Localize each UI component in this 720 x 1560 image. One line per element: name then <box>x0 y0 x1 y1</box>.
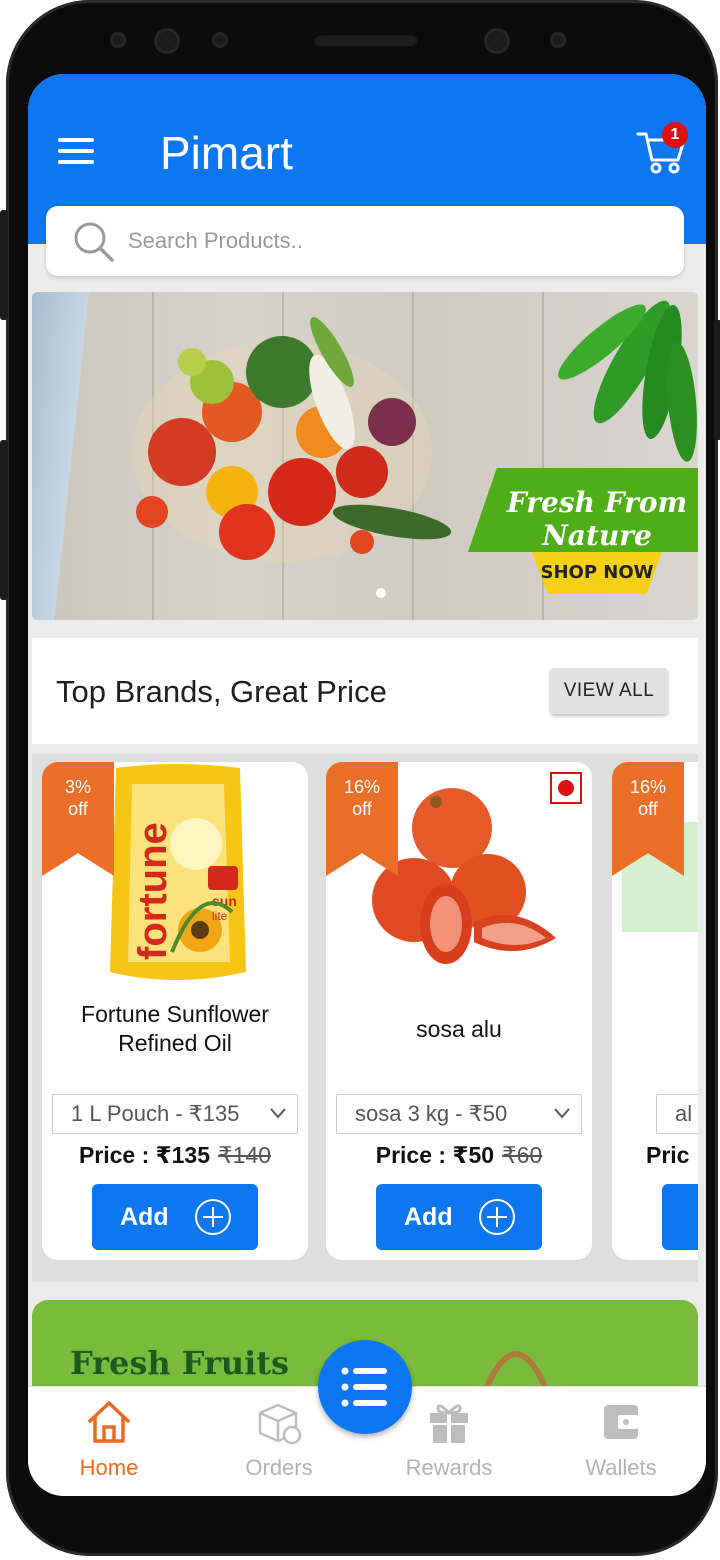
power-button <box>714 320 720 440</box>
product-price: Price : ₹135 <box>78 1142 211 1168</box>
search-bar[interactable] <box>46 206 684 276</box>
variant-select[interactable]: sosa 3 kg - ₹50 <box>336 1094 582 1134</box>
app-title: Pimart <box>160 127 293 179</box>
volume-button <box>0 210 8 320</box>
camera-icon <box>154 28 180 54</box>
section-title: Top Brands, Great Price <box>56 674 387 709</box>
carousel-indicator[interactable] <box>376 588 386 598</box>
sensor-icon <box>212 32 228 48</box>
svg-text:fortune: fortune <box>131 822 175 960</box>
product-name: Fortune Sunflower Refined Oil <box>81 1001 269 1056</box>
cart-count-badge: 1 <box>662 122 688 148</box>
chevron-down-icon <box>554 1108 570 1119</box>
nav-wallets[interactable]: Wallets <box>546 1387 696 1496</box>
nav-label: Home <box>79 1455 139 1480</box>
orders-icon <box>258 1403 302 1445</box>
product-card[interactable]: 16% off al Pric <box>612 762 698 1260</box>
chevron-down-icon <box>270 1108 286 1119</box>
sensor-icon <box>550 32 566 48</box>
product-carousel[interactable]: fortune sun lite 3% off Fortune Sunflower… <box>32 754 698 1282</box>
nav-label: Orders <box>245 1455 313 1480</box>
non-veg-icon <box>550 772 582 804</box>
variant-label: 1 L Pouch - ₹135 <box>71 1101 240 1126</box>
phone-frame: Pimart 1 Search Products.. Fresh From Na… <box>0 0 720 1556</box>
list-icon <box>341 1367 387 1407</box>
wallet-icon <box>604 1405 638 1439</box>
banner-tagline: Fresh From Nature <box>506 486 688 552</box>
product-name: sosa alu <box>416 1015 502 1042</box>
search-input[interactable] <box>128 222 648 260</box>
plus-circle-icon <box>195 1199 231 1235</box>
product-price: Price : ₹50 <box>375 1142 495 1168</box>
shop-now-button[interactable]: SHOP NOW <box>532 562 662 583</box>
nav-home[interactable]: Home <box>34 1387 184 1496</box>
promo-banner[interactable]: Fresh From Nature SHOP NOW <box>32 292 698 620</box>
variant-label: sosa 3 kg - ₹50 <box>355 1101 508 1126</box>
svg-text:lite: lite <box>212 909 228 923</box>
sensor-icon <box>110 32 126 48</box>
nav-label: Wallets <box>585 1455 657 1480</box>
gift-icon <box>430 1404 468 1443</box>
variant-select[interactable]: al <box>656 1094 698 1134</box>
front-camera-icon <box>484 28 510 54</box>
earpiece-speaker <box>314 34 418 46</box>
product-price: Pric <box>646 1142 690 1168</box>
price-line: Pric <box>646 1142 698 1169</box>
promo-title: Fresh Fruits <box>70 1344 290 1382</box>
menu-icon[interactable] <box>58 138 94 164</box>
price-line: Price : ₹135 ₹140 <box>42 1142 308 1169</box>
top-brands-header: Top Brands, Great Price VIEW ALL <box>32 638 698 744</box>
add-to-cart-button[interactable]: Add <box>376 1184 542 1250</box>
price-line: Price : ₹50 ₹60 <box>326 1142 592 1169</box>
product-mrp: ₹140 <box>218 1142 272 1168</box>
variant-select[interactable]: 1 L Pouch - ₹135 <box>52 1094 298 1134</box>
search-icon <box>74 222 114 262</box>
product-card[interactable]: fortune sun lite 3% off Fortune Sunflower… <box>42 762 308 1260</box>
plus-circle-icon <box>479 1199 515 1235</box>
app-screen: Pimart 1 Search Products.. Fresh From Na… <box>28 74 706 1496</box>
add-to-cart-button[interactable] <box>662 1184 698 1250</box>
add-to-cart-button[interactable]: Add <box>92 1184 258 1250</box>
product-mrp: ₹60 <box>502 1142 543 1168</box>
bixby-button <box>0 440 8 600</box>
categories-fab-button[interactable] <box>318 1340 412 1434</box>
home-icon <box>88 1401 130 1443</box>
product-card[interactable]: 16% off sosa alu sosa 3 kg - ₹50 Price : … <box>326 762 592 1260</box>
nav-label: Rewards <box>405 1455 493 1480</box>
view-all-button[interactable]: VIEW ALL <box>550 668 668 714</box>
variant-label: al <box>675 1101 693 1126</box>
